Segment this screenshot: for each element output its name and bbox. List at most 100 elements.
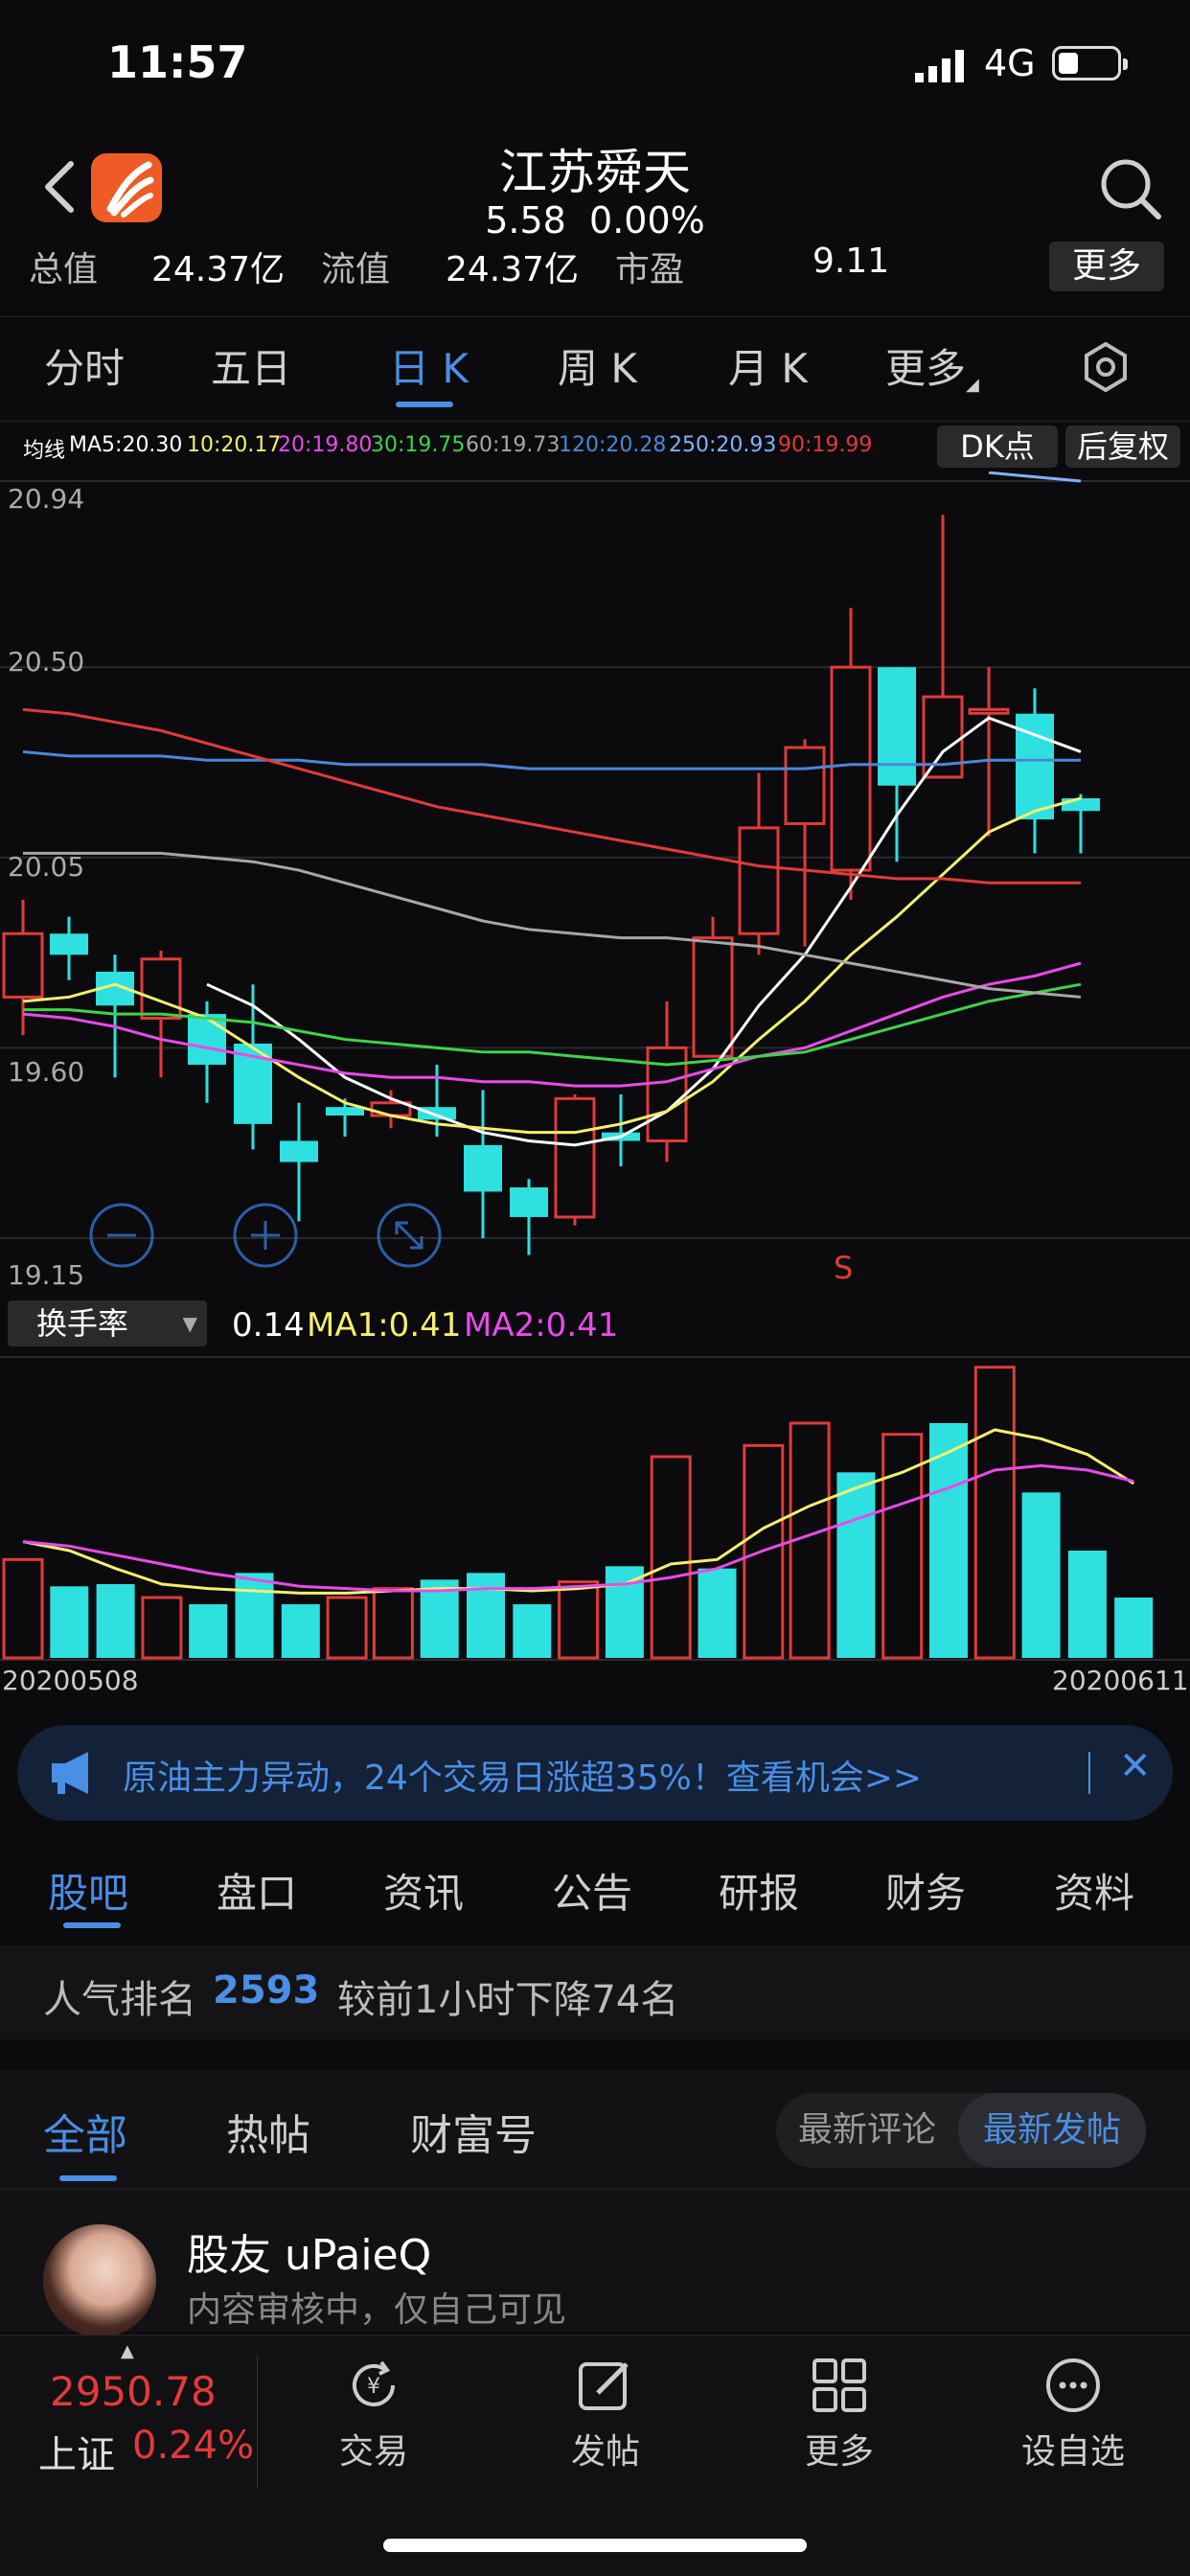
ma-line <box>23 982 1082 1067</box>
turnover-bar <box>326 1596 368 1660</box>
ma-line <box>206 716 1082 1147</box>
post-status: 内容审核中，仅自己可见 <box>187 2290 567 2330</box>
pe-label: 市盈 <box>615 250 685 289</box>
turnover-ma1: MA1:0.41 <box>307 1306 462 1345</box>
turnover-bar <box>50 1586 89 1658</box>
indicator-selector[interactable]: 换手率 ▼ <box>8 1300 207 1346</box>
ma-item-120: 120:20.28 <box>559 433 667 457</box>
signal-icon <box>915 50 964 82</box>
promo-banner[interactable]: 原油主力异动，24个交易日涨超35%！查看机会>> ✕ <box>17 1725 1173 1821</box>
candle-body <box>510 1187 548 1217</box>
close-icon[interactable]: ✕ <box>1119 1744 1152 1788</box>
total-value-label: 总值 <box>29 250 99 289</box>
start-date: 20200508 <box>2 1665 139 1696</box>
ma-item-5: MA5:20.30 <box>69 433 183 457</box>
tab-announcements[interactable]: 公告 <box>552 1861 632 1920</box>
tab-monthly-k[interactable]: 月 K <box>728 336 808 395</box>
turnover-bar <box>2 1557 44 1660</box>
candle-body <box>968 707 1010 715</box>
megaphone-icon <box>52 1752 88 1794</box>
tab-all-posts[interactable]: 全部 <box>43 2101 127 2162</box>
turnover-bar <box>836 1472 876 1658</box>
turnover-bar <box>605 1566 644 1658</box>
tab-wealth-posts[interactable]: 财富号 <box>410 2101 537 2162</box>
stock-name: 江苏舜天 <box>499 145 691 200</box>
tab-hot-posts[interactable]: 热帖 <box>226 2101 310 2162</box>
post-item[interactable]: 股友 uPaieQ 内容审核中，仅自己可见 <box>0 2189 1190 2337</box>
active-post-tab-indicator <box>59 2175 117 2181</box>
turnover-bar <box>235 1573 274 1658</box>
ma-prefix: 均线 <box>23 439 66 463</box>
grid-icon <box>812 2358 866 2412</box>
tab-five-day[interactable]: 五日 <box>211 336 291 395</box>
zoom-out-icon[interactable] <box>88 1202 155 1269</box>
tab-order-book[interactable]: 盘口 <box>217 1861 297 1920</box>
nav-watchlist[interactable]: 设自选 <box>1006 2355 1140 2489</box>
candle-body <box>830 665 872 872</box>
gear-icon[interactable] <box>1081 342 1131 392</box>
turnover-bar <box>1114 1598 1154 1658</box>
turnover-current: 0.14 <box>232 1306 305 1345</box>
end-date: 20200611 <box>1052 1665 1189 1696</box>
tab-timeshare[interactable]: 分时 <box>44 336 125 395</box>
metrics-row: 总值 24.37亿 流值 24.37亿 市盈 9.11 更多 <box>0 242 1190 299</box>
stock-change-pct: 0.00% <box>589 199 705 242</box>
candle-body <box>878 667 916 786</box>
ma-line <box>22 961 1082 1088</box>
candle-body <box>418 1107 456 1120</box>
turnover-bar <box>973 1366 1016 1660</box>
candle-body <box>1062 798 1100 812</box>
turnover-bar <box>650 1455 692 1660</box>
ma-line <box>22 749 1081 770</box>
pe-value: 9.11 <box>812 242 890 281</box>
nav-trade[interactable]: ¥ 交易 <box>307 2355 441 2489</box>
nav-post[interactable]: 发帖 <box>538 2355 673 2489</box>
candle-body <box>692 936 734 1058</box>
kline-chart[interactable]: 20.94 20.50 20.05 19.60 19.15 S <box>0 471 1190 1296</box>
kline-canvas <box>0 471 1190 1255</box>
y-label-top: 20.94 <box>8 483 85 515</box>
indicator-row: 换手率 ▼ 0.14 MA1:0.41 MA2:0.41 <box>0 1299 1190 1356</box>
banner-divider <box>1088 1752 1090 1794</box>
adjust-button[interactable]: 后复权 <box>1065 426 1180 468</box>
back-icon[interactable] <box>38 158 80 216</box>
tab-daily-k[interactable]: 日 K <box>389 336 469 395</box>
total-value: 24.37亿 <box>151 250 286 289</box>
nav-more[interactable]: 更多 <box>772 2355 906 2489</box>
sort-latest-comment[interactable]: 最新评论 <box>776 2093 958 2168</box>
tab-profile[interactable]: 资料 <box>1054 1861 1134 1920</box>
candle-body <box>280 1140 318 1162</box>
tab-forum[interactable]: 股吧 <box>48 1861 128 1920</box>
zoom-in-icon[interactable] <box>232 1202 299 1269</box>
turnover-bar <box>189 1604 228 1658</box>
sort-latest-post[interactable]: 最新发帖 <box>958 2093 1146 2168</box>
y-label-2: 20.50 <box>8 646 85 678</box>
status-bar: 11:57 4G <box>0 0 1190 129</box>
float-value-label: 流值 <box>321 250 391 289</box>
bottom-divider <box>257 2355 258 2489</box>
svg-text:¥: ¥ <box>367 2375 380 2399</box>
indicator-selector-label: 换手率 <box>36 1305 129 1342</box>
more-metrics-button[interactable]: 更多 <box>1049 242 1164 291</box>
turnover-bar <box>513 1604 552 1658</box>
candle-body <box>784 746 826 825</box>
candle-body <box>646 1046 688 1142</box>
search-icon[interactable] <box>1097 155 1164 222</box>
tab-weekly-k[interactable]: 周 K <box>558 336 637 395</box>
turnover-bar <box>96 1584 135 1658</box>
rank-value: 2593 <box>213 1968 320 2012</box>
tab-research[interactable]: 研报 <box>719 1861 799 1920</box>
ma-legend: 均线 MA5:20.30 10:20.17 20:19.80 30:19.75 … <box>0 422 1190 470</box>
dk-point-button[interactable]: DK点 <box>937 426 1058 468</box>
tab-news[interactable]: 资讯 <box>383 1861 464 1920</box>
stock-app-logo-icon <box>91 153 162 222</box>
turnover-chart[interactable]: 20200508 20200611 <box>0 1356 1190 1706</box>
tab-more-periods[interactable]: 更多◢ <box>885 336 979 395</box>
nav-watchlist-label: 设自选 <box>1020 2432 1125 2472</box>
fullscreen-icon[interactable] <box>376 1202 443 1269</box>
home-indicator <box>383 2539 807 2552</box>
post-username[interactable]: 股友 uPaieQ <box>187 2220 431 2282</box>
tab-finance[interactable]: 财务 <box>885 1861 966 1920</box>
avatar[interactable] <box>43 2224 156 2337</box>
ma-line <box>23 851 1082 999</box>
